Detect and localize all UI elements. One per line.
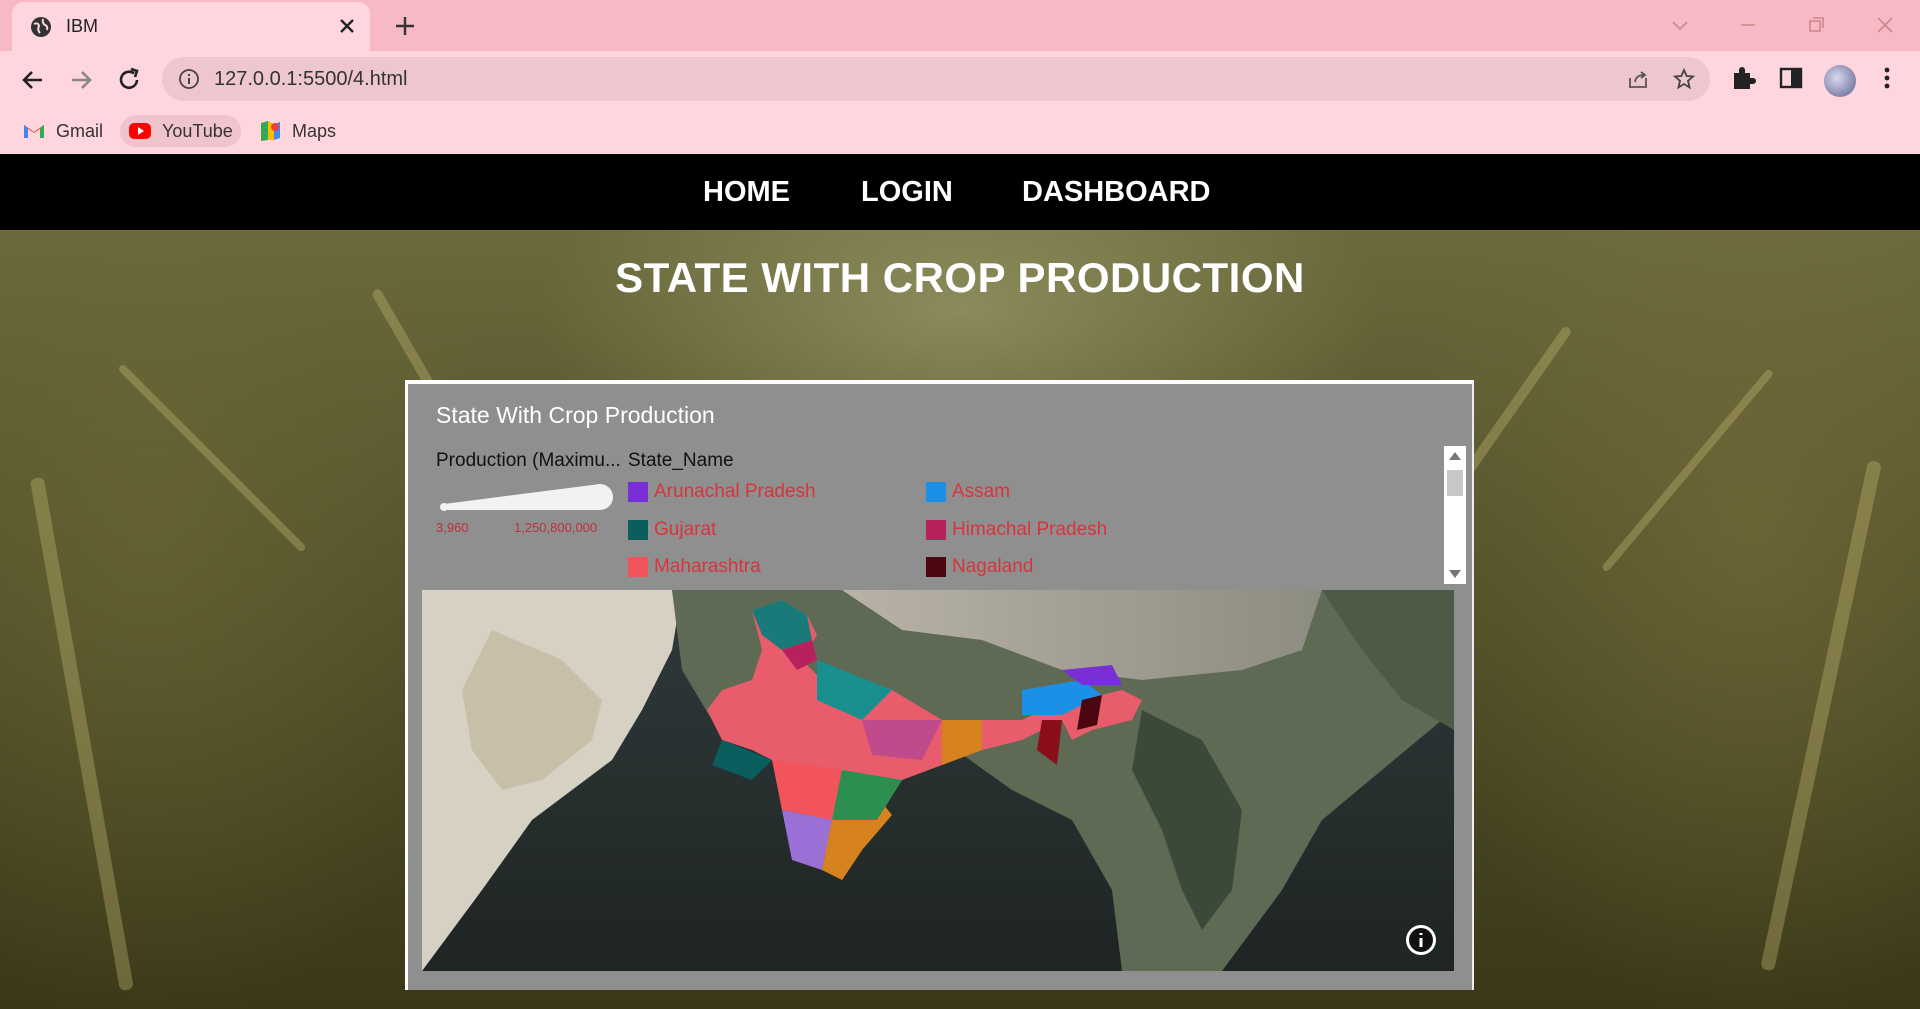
browser-tab[interactable]: IBM bbox=[12, 2, 370, 51]
reload-icon[interactable] bbox=[112, 63, 146, 97]
page-content: HOME LOGIN DASHBOARD STATE WITH CROP PRO… bbox=[0, 154, 1920, 1009]
profile-avatar[interactable] bbox=[1824, 65, 1856, 97]
satellite-map-image bbox=[422, 590, 1454, 971]
window-close-icon[interactable] bbox=[1871, 11, 1899, 39]
legend-item-himachal-pradesh[interactable]: Himachal Pradesh bbox=[926, 519, 1107, 541]
choropleth-map[interactable] bbox=[422, 590, 1454, 971]
size-legend-max: 1,250,800,000 bbox=[514, 520, 598, 535]
legend-label: Maharashtra bbox=[654, 556, 761, 577]
legend-label: Nagaland bbox=[952, 556, 1034, 577]
legend-item-gujarat[interactable]: Gujarat bbox=[628, 519, 716, 541]
bookmark-gmail[interactable]: Gmail bbox=[14, 115, 111, 147]
size-legend-wedge bbox=[440, 484, 613, 511]
scroll-up-arrow-icon[interactable] bbox=[1449, 452, 1461, 460]
chevron-down-icon[interactable] bbox=[1666, 11, 1694, 39]
legend-item-assam[interactable]: Assam bbox=[926, 481, 1010, 503]
tab-strip: IBM bbox=[0, 0, 1920, 51]
legend-scrollbar[interactable] bbox=[1444, 446, 1466, 584]
maps-icon bbox=[261, 121, 280, 141]
share-icon[interactable] bbox=[1626, 67, 1650, 91]
legend-swatch bbox=[926, 520, 946, 540]
scroll-thumb[interactable] bbox=[1447, 470, 1463, 496]
map-info-icon[interactable] bbox=[1404, 923, 1438, 957]
site-navbar: HOME LOGIN DASHBOARD bbox=[0, 154, 1920, 230]
nav-login-link[interactable]: LOGIN bbox=[861, 176, 953, 209]
url-text: 127.0.0.1:5500/4.html bbox=[214, 68, 408, 90]
color-legend-title: State_Name bbox=[628, 450, 734, 471]
legend-label: Gujarat bbox=[654, 519, 717, 540]
size-legend-title: Production (Maximu... bbox=[436, 450, 621, 471]
legend-swatch bbox=[628, 557, 648, 577]
nav-home-link[interactable]: HOME bbox=[703, 176, 790, 209]
legend-swatch bbox=[628, 482, 648, 502]
tab-title: IBM bbox=[66, 16, 99, 36]
bookmark-star-icon[interactable] bbox=[1672, 67, 1696, 91]
bookmarks-bar: Gmail YouTube Maps bbox=[0, 109, 1920, 154]
bookmark-label: YouTube bbox=[162, 120, 233, 141]
viz-title: State With Crop Production bbox=[436, 402, 715, 428]
globe-icon bbox=[31, 17, 51, 37]
nav-dashboard-link[interactable]: DASHBOARD bbox=[1022, 176, 1211, 209]
bookmark-youtube[interactable]: YouTube bbox=[120, 115, 241, 147]
browser-chrome: IBM 127.0.0.1:5500/4.html Gmail YouTube … bbox=[0, 0, 1920, 154]
wheat-stalk bbox=[29, 476, 134, 992]
legend-item-arunachal-pradesh[interactable]: Arunachal Pradesh bbox=[628, 481, 816, 503]
bookmark-label: Maps bbox=[292, 120, 337, 141]
size-legend-min: 3,960 bbox=[436, 520, 469, 535]
legend-label: Himachal Pradesh bbox=[952, 519, 1108, 540]
legend-area: Production (Maximu... 3,960 1,250,800,00… bbox=[422, 444, 1466, 584]
legend-item-nagaland[interactable]: Nagaland bbox=[926, 556, 1033, 578]
legend-label: Assam bbox=[952, 481, 1011, 502]
gmail-icon bbox=[24, 125, 44, 138]
page-title: STATE WITH CROP PRODUCTION bbox=[615, 254, 1305, 301]
close-icon[interactable] bbox=[336, 15, 358, 37]
legend-swatch bbox=[628, 520, 648, 540]
site-info-icon[interactable] bbox=[178, 68, 200, 90]
minimize-icon[interactable] bbox=[1734, 11, 1762, 39]
new-tab-icon[interactable] bbox=[392, 13, 418, 39]
restore-icon[interactable] bbox=[1802, 11, 1830, 39]
extensions-puzzle-icon[interactable] bbox=[1728, 63, 1758, 93]
legend-label: Arunachal Pradesh bbox=[654, 481, 816, 502]
bookmark-label: Gmail bbox=[56, 120, 104, 141]
embedded-dashboard-panel[interactable]: State With Crop Production Production (M… bbox=[405, 380, 1474, 990]
wheat-stalk bbox=[1600, 368, 1775, 573]
legend-item-maharashtra[interactable]: Maharashtra bbox=[628, 556, 761, 578]
legend-swatch bbox=[926, 557, 946, 577]
legend-swatch bbox=[926, 482, 946, 502]
browser-toolbar: 127.0.0.1:5500/4.html bbox=[0, 51, 1920, 109]
bookmark-maps[interactable]: Maps bbox=[250, 115, 344, 147]
wheat-stalk bbox=[117, 363, 307, 553]
back-arrow-icon[interactable] bbox=[16, 63, 50, 97]
address-bar[interactable]: 127.0.0.1:5500/4.html bbox=[162, 57, 1710, 101]
forward-arrow-icon[interactable] bbox=[64, 63, 98, 97]
kebab-menu-icon[interactable] bbox=[1872, 63, 1902, 93]
side-panel-icon[interactable] bbox=[1776, 63, 1806, 93]
wheat-stalk bbox=[1760, 459, 1882, 972]
youtube-icon bbox=[129, 123, 151, 139]
scroll-down-arrow-icon[interactable] bbox=[1449, 570, 1461, 578]
